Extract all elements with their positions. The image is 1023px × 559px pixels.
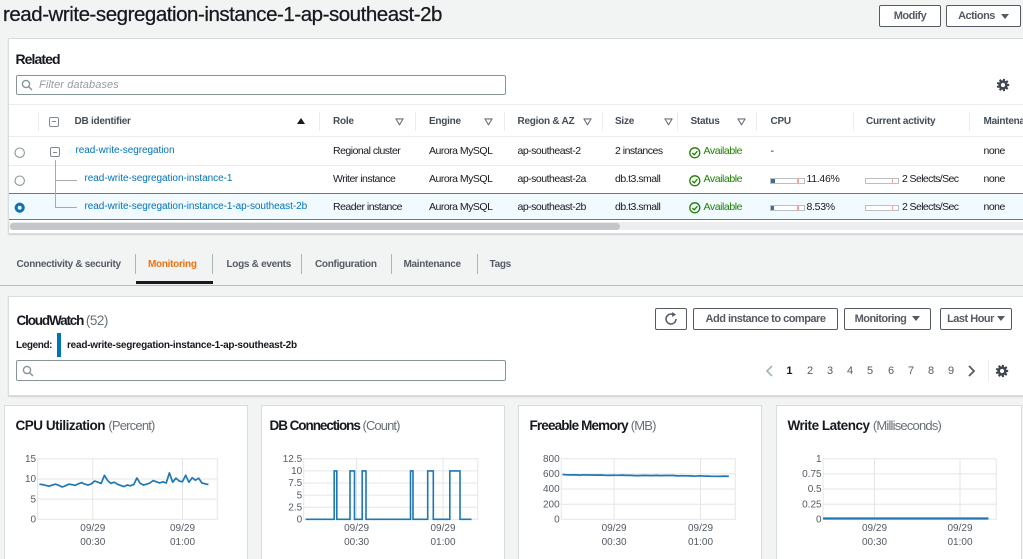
svg-text:0.25: 0.25 <box>802 499 822 510</box>
svg-text:1: 1 <box>816 454 822 465</box>
svg-text:09/29: 09/29 <box>688 523 713 534</box>
svg-text:15: 15 <box>25 454 37 465</box>
svg-text:09/29: 09/29 <box>430 523 455 534</box>
svg-text:01:00: 01:00 <box>170 537 195 548</box>
svg-text:5: 5 <box>296 490 302 501</box>
svg-text:800: 800 <box>543 454 560 465</box>
svg-text:200: 200 <box>543 499 560 510</box>
svg-text:10: 10 <box>25 474 37 485</box>
svg-text:00:30: 00:30 <box>602 537 627 548</box>
svg-text:01:00: 01:00 <box>688 537 713 548</box>
svg-text:7.5: 7.5 <box>288 478 302 489</box>
svg-text:12.5: 12.5 <box>282 454 302 465</box>
svg-text:00:30: 00:30 <box>344 537 369 548</box>
svg-text:10: 10 <box>291 466 303 477</box>
svg-text:09/29: 09/29 <box>947 523 972 534</box>
svg-text:09/29: 09/29 <box>80 523 105 534</box>
svg-text:2.5: 2.5 <box>288 502 302 513</box>
svg-text:0.5: 0.5 <box>808 484 822 495</box>
svg-text:5: 5 <box>31 494 37 505</box>
svg-text:00:30: 00:30 <box>80 537 105 548</box>
svg-text:0: 0 <box>296 514 302 525</box>
svg-text:09/29: 09/29 <box>602 523 627 534</box>
svg-text:01:00: 01:00 <box>430 537 455 548</box>
svg-text:0: 0 <box>816 514 822 525</box>
svg-text:01:00: 01:00 <box>947 537 972 548</box>
svg-text:0: 0 <box>554 514 560 525</box>
svg-text:09/29: 09/29 <box>344 523 369 534</box>
svg-text:400: 400 <box>543 484 560 495</box>
svg-text:09/29: 09/29 <box>862 523 887 534</box>
svg-text:0.75: 0.75 <box>802 469 822 480</box>
svg-text:0: 0 <box>31 514 37 525</box>
svg-text:600: 600 <box>543 469 560 480</box>
svg-text:00:30: 00:30 <box>862 537 887 548</box>
svg-text:09/29: 09/29 <box>170 523 195 534</box>
